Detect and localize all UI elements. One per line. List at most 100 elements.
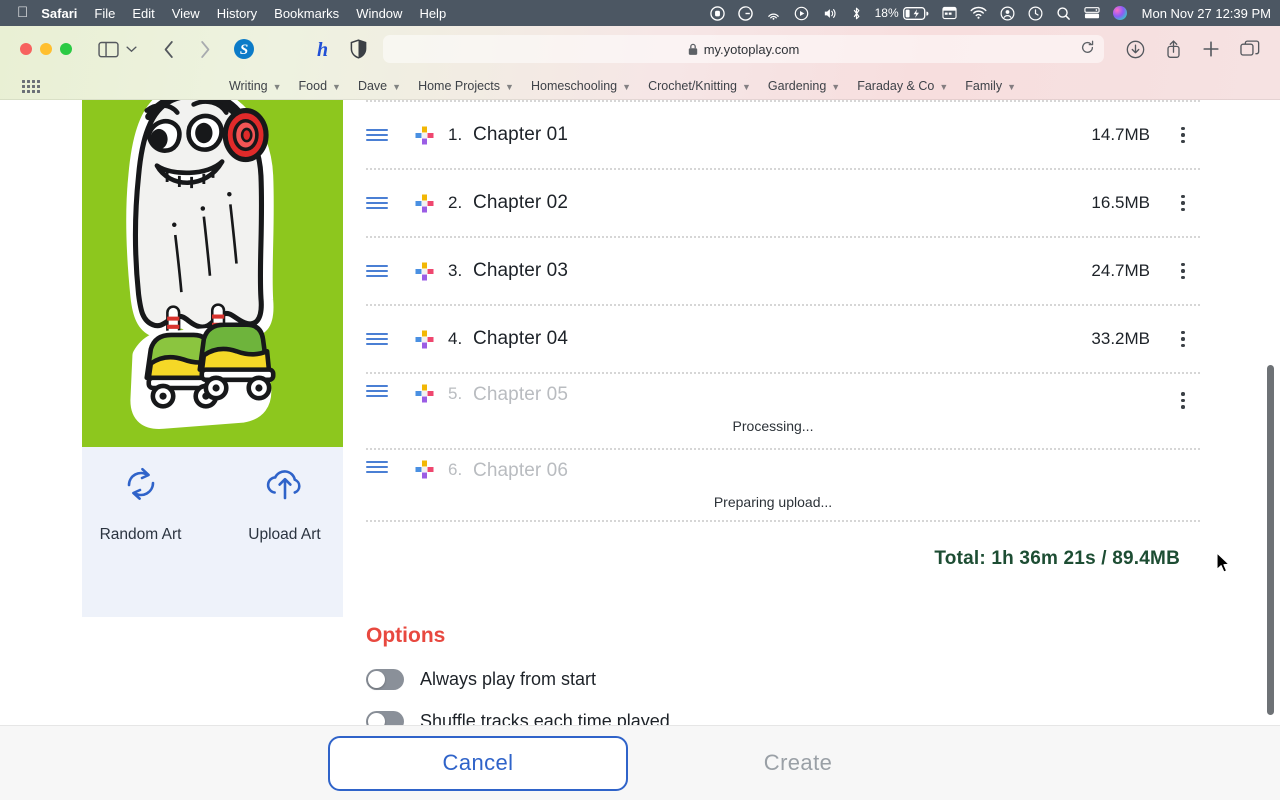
bookmark-writing[interactable]: Writing ▼: [229, 79, 282, 93]
track-status: Processing...: [732, 418, 814, 434]
volume-icon[interactable]: [822, 6, 838, 21]
table-row[interactable]: 6. Chapter 06 Preparing upload...: [366, 450, 1200, 522]
chevron-down-icon: ▼: [272, 82, 282, 92]
browser-toolbar: S h my.yotoplay.com: [0, 26, 1280, 72]
bookmark-label: Dave: [357, 79, 388, 93]
bookmark-crochet-knitting[interactable]: Crochet/Knitting ▼: [648, 79, 751, 93]
bookmark-homeschooling[interactable]: Homeschooling ▼: [531, 79, 631, 93]
menu-item-view[interactable]: View: [172, 6, 200, 21]
random-art-button[interactable]: Random Art: [93, 465, 189, 617]
bookmark-label: Faraday & Co: [857, 79, 935, 93]
page-scrollbar[interactable]: [1267, 365, 1274, 715]
bookmark-family[interactable]: Family ▼: [965, 79, 1016, 93]
siri-icon[interactable]: [1112, 6, 1127, 20]
playback-icon[interactable]: [794, 6, 809, 21]
track-number: 2.: [448, 193, 463, 212]
back-chevron-icon[interactable]: [163, 40, 175, 59]
drag-handle-icon[interactable]: [366, 332, 400, 346]
chevron-down-icon: ▼: [392, 82, 402, 92]
bookmark-gardening[interactable]: Gardening ▼: [768, 79, 840, 93]
display-icon[interactable]: [1084, 6, 1100, 20]
upload-art-button[interactable]: Upload Art: [237, 465, 333, 617]
time-machine-icon[interactable]: [1028, 6, 1043, 21]
chevron-down-icon: ▼: [622, 82, 632, 92]
kebab-menu-icon[interactable]: [1170, 262, 1200, 280]
menu-item-safari[interactable]: Safari: [41, 6, 77, 21]
track-title[interactable]: Chapter 03: [470, 260, 1091, 282]
menu-item-history[interactable]: History: [217, 6, 257, 21]
create-button[interactable]: Create: [648, 736, 948, 791]
menu-item-help[interactable]: Help: [419, 6, 446, 21]
forward-chevron-icon[interactable]: [199, 40, 211, 59]
kebab-menu-icon[interactable]: [1170, 330, 1200, 348]
tab-overview-icon[interactable]: [1240, 39, 1260, 59]
bookmark-food[interactable]: Food ▼: [299, 79, 341, 93]
skype-extension-icon[interactable]: S: [233, 38, 255, 60]
honey-extension-icon[interactable]: h: [313, 38, 332, 60]
track-title[interactable]: Chapter 04: [470, 328, 1091, 350]
track-number: 6.: [448, 460, 463, 479]
random-art-label: Random Art: [99, 526, 182, 544]
grammarly-icon[interactable]: [737, 5, 753, 21]
menu-item-edit[interactable]: Edit: [132, 6, 154, 21]
drag-handle-icon[interactable]: [366, 196, 400, 210]
kebab-menu-icon[interactable]: [1170, 194, 1200, 212]
table-row[interactable]: 5. Chapter 05 Processing...: [366, 374, 1200, 450]
battery-status[interactable]: 18%: [875, 6, 929, 20]
page-content: Random Art Upload Art 1. Chapter 01 14.7…: [0, 100, 1280, 800]
track-number: 1.: [448, 125, 463, 144]
kebab-menu-icon[interactable]: [1170, 384, 1200, 409]
apps-grid-icon[interactable]: [22, 79, 40, 93]
menu-item-bookmarks[interactable]: Bookmarks: [274, 6, 339, 21]
drag-handle-icon[interactable]: [366, 460, 400, 474]
chevron-down-icon: ▼: [1007, 82, 1016, 92]
bluetooth-icon[interactable]: [851, 6, 862, 21]
chevron-down-icon: ▼: [831, 82, 841, 92]
toggle-switch[interactable]: [366, 669, 404, 690]
control-center-icon[interactable]: [1000, 6, 1015, 21]
cancel-button[interactable]: Cancel: [328, 735, 628, 791]
maximize-window-button[interactable]: [60, 43, 72, 55]
playlist-cover-art[interactable]: [82, 100, 343, 447]
reload-icon[interactable]: [1080, 40, 1095, 58]
share-icon[interactable]: [1165, 39, 1182, 59]
chevron-down-icon: ▼: [742, 82, 751, 92]
screen-record-icon[interactable]: [709, 5, 725, 21]
wifi-icon[interactable]: [970, 6, 987, 20]
airdrop-icon[interactable]: [766, 6, 781, 21]
bookmark-label: Gardening: [767, 79, 827, 93]
drag-handle-icon[interactable]: [366, 384, 400, 398]
sidebar-toggle-icon[interactable]: [98, 41, 119, 58]
table-row[interactable]: 4. Chapter 04 33.2MB: [366, 306, 1200, 374]
artwork-actions: Random Art Upload Art: [82, 447, 343, 617]
table-row[interactable]: 1. Chapter 01 14.7MB: [366, 102, 1200, 170]
bookmark-dave[interactable]: Dave ▼: [358, 79, 401, 93]
menu-bar-clock[interactable]: Mon Nov 27 12:39 PM: [1142, 6, 1271, 21]
drag-handle-icon[interactable]: [366, 264, 400, 278]
search-icon[interactable]: [1056, 6, 1071, 21]
table-row[interactable]: 3. Chapter 03 24.7MB: [366, 238, 1200, 306]
drag-handle-icon[interactable]: [366, 128, 400, 142]
option-always-play-from-start[interactable]: Always play from start: [366, 669, 1200, 690]
minimize-window-button[interactable]: [40, 43, 52, 55]
track-title[interactable]: Chapter 01: [470, 124, 1091, 146]
bookmark-home-projects[interactable]: Home Projects ▼: [418, 79, 514, 93]
reader-shield-icon[interactable]: [350, 39, 367, 59]
artwork-column: Random Art Upload Art: [82, 100, 343, 617]
table-row[interactable]: 2. Chapter 02 16.5MB: [366, 170, 1200, 238]
close-window-button[interactable]: [20, 43, 32, 55]
sidebar-chevron-down-icon[interactable]: [126, 45, 137, 53]
new-tab-icon[interactable]: [1202, 40, 1220, 58]
address-bar[interactable]: my.yotoplay.com: [383, 35, 1104, 63]
menu-item-window[interactable]: Window: [356, 6, 402, 21]
option-label: Always play from start: [420, 669, 597, 689]
calendar-icon[interactable]: [942, 6, 957, 20]
cloud-upload-icon: [263, 465, 307, 511]
bookmark-faraday-and-co[interactable]: Faraday & Co ▼: [857, 79, 948, 93]
track-title[interactable]: Chapter 02: [470, 192, 1091, 214]
mouse-cursor: [1216, 552, 1231, 579]
apple-logo-icon[interactable]: : [17, 5, 28, 20]
downloads-icon[interactable]: [1126, 40, 1145, 59]
kebab-menu-icon[interactable]: [1170, 126, 1200, 144]
menu-item-file[interactable]: File: [94, 6, 115, 21]
